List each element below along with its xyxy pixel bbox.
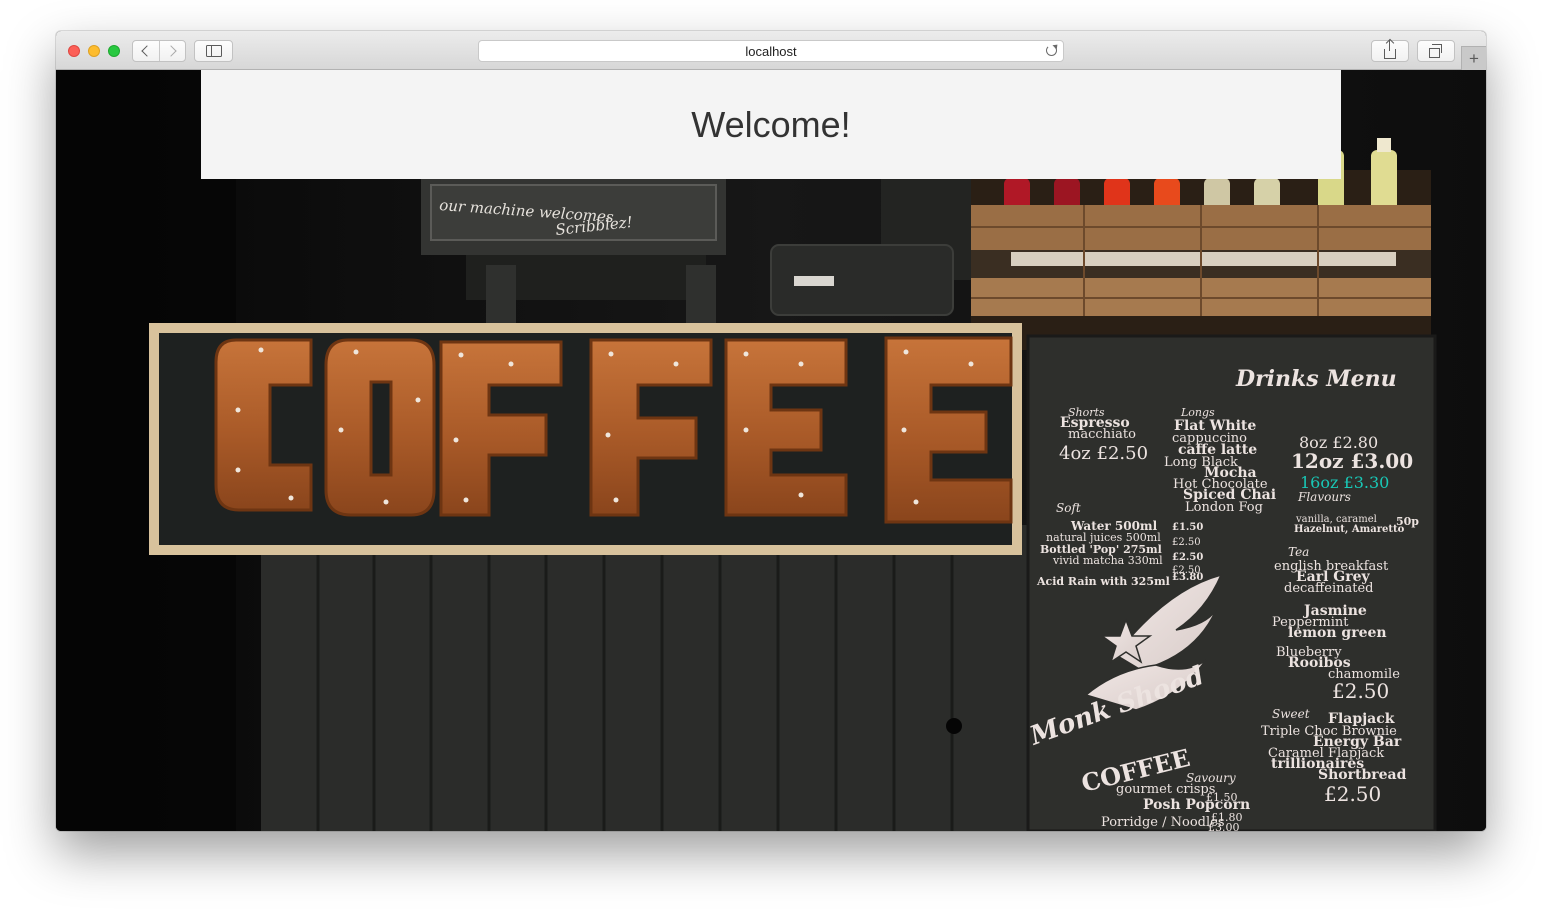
svg-text:vivid matcha 330ml: vivid matcha 330ml xyxy=(1052,554,1163,567)
svg-text:Sweet: Sweet xyxy=(1272,707,1310,721)
svg-text:Flavours: Flavours xyxy=(1297,490,1351,504)
tabs-overview-button[interactable] xyxy=(1417,40,1455,62)
reload-icon[interactable] xyxy=(1046,45,1057,56)
fullscreen-window-button[interactable] xyxy=(108,45,120,57)
new-tab-button[interactable]: + xyxy=(1461,46,1486,70)
svg-text:Hazelnut, Amaretto: Hazelnut, Amaretto xyxy=(1294,524,1405,535)
welcome-banner: Welcome! xyxy=(201,70,1341,179)
history-nav-group xyxy=(132,40,186,62)
svg-text:Soft: Soft xyxy=(1056,501,1081,515)
forward-button[interactable] xyxy=(158,41,186,61)
plus-icon: + xyxy=(1469,49,1479,68)
chevron-left-icon xyxy=(141,45,153,57)
svg-text:Shortbread: Shortbread xyxy=(1318,767,1407,783)
coffee-shop-background-image: our machine welcomes Scribblez! Drinks M… xyxy=(56,70,1486,831)
svg-text:£2.50: £2.50 xyxy=(1324,782,1381,806)
svg-text:London Fog: London Fog xyxy=(1185,500,1263,515)
svg-text:Tea: Tea xyxy=(1288,545,1309,559)
share-icon xyxy=(1384,39,1396,59)
svg-text:Porridge / Noodles: Porridge / Noodles xyxy=(1101,815,1225,830)
tabs-overview-icon xyxy=(1429,43,1442,58)
svg-text:£2.50: £2.50 xyxy=(1332,679,1389,703)
svg-text:£2.50: £2.50 xyxy=(1172,537,1201,548)
browser-toolbar: localhost + xyxy=(56,31,1486,70)
svg-text:Drinks Menu: Drinks Menu xyxy=(1235,366,1397,392)
svg-text:decaffeinated: decaffeinated xyxy=(1284,581,1374,596)
svg-text:lemon green: lemon green xyxy=(1288,625,1387,641)
browser-window: localhost + our machine welcomes Scribbl… xyxy=(56,31,1486,831)
page-viewport: our machine welcomes Scribblez! Drinks M… xyxy=(56,70,1486,831)
svg-text:Acid Rain with 325ml: Acid Rain with 325ml xyxy=(1036,575,1170,588)
svg-text:£2.50: £2.50 xyxy=(1172,552,1203,563)
svg-text:macchiato: macchiato xyxy=(1068,427,1136,442)
minimize-window-button[interactable] xyxy=(88,45,100,57)
sidebar-icon xyxy=(205,45,222,57)
back-button[interactable] xyxy=(133,41,159,61)
svg-text:4oz £2.50: 4oz £2.50 xyxy=(1059,443,1148,464)
share-button[interactable] xyxy=(1371,39,1409,62)
url-text: localhost xyxy=(745,43,797,59)
page-title: Welcome! xyxy=(691,103,851,145)
chevron-right-icon xyxy=(165,45,177,57)
address-bar[interactable]: localhost xyxy=(478,40,1064,62)
svg-text:50p: 50p xyxy=(1396,515,1419,528)
svg-text:12oz £3.00: 12oz £3.00 xyxy=(1291,449,1413,473)
svg-text:£3.00: £3.00 xyxy=(1208,821,1240,831)
svg-text:£1.50: £1.50 xyxy=(1172,522,1203,533)
sidebar-toggle-button[interactable] xyxy=(194,40,233,62)
close-window-button[interactable] xyxy=(68,45,80,57)
svg-text:£3.80: £3.80 xyxy=(1172,572,1203,583)
